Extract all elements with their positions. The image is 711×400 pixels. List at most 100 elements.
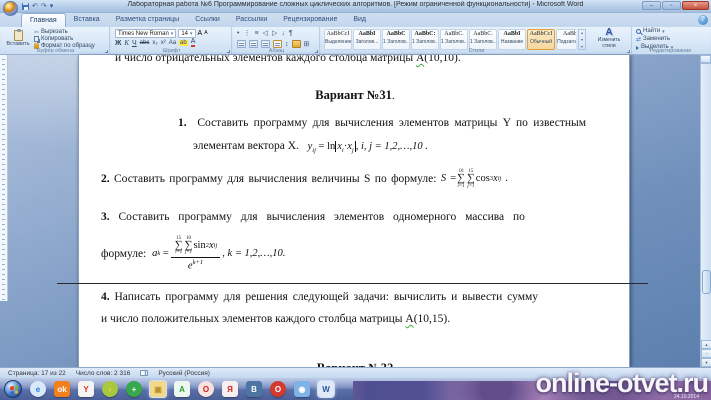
opera-icon[interactable]: O (198, 381, 214, 397)
shrink-font-button[interactable]: А (204, 31, 207, 36)
document-page[interactable]: и число отрицательных элементов каждого … (78, 55, 630, 367)
cut-button[interactable]: ✂ Вырезать (34, 29, 95, 35)
style-gallery-item[interactable]: AaBbC. 1 Заголов... (469, 29, 497, 50)
paste-icon (14, 30, 23, 41)
ribbon-tab[interactable]: Вид (345, 13, 374, 27)
page-indicator[interactable]: Страница: 17 из 22 (8, 370, 66, 377)
ribbon-tab[interactable]: Разметка страницы (108, 13, 188, 27)
select-browse-object-icon[interactable]: ◦ (701, 349, 711, 358)
chevron-down-icon: ▾ (171, 30, 174, 38)
paste-button[interactable]: Вставить (5, 29, 31, 48)
grow-font-button[interactable]: А (198, 30, 203, 37)
find-button[interactable]: Найти ▾ (636, 28, 709, 35)
task1-line1: 1. Составить программу для вычисления эл… (178, 116, 615, 130)
dialog-launcher-icon[interactable] (105, 50, 108, 53)
align-center-button[interactable] (249, 40, 258, 48)
close-button[interactable]: × (682, 1, 709, 10)
strikethrough-button[interactable]: abc (140, 40, 150, 46)
ribbon-tab[interactable]: Вставка (66, 13, 108, 27)
subscript-button[interactable]: x₂ (152, 40, 157, 46)
multilevel-list-button[interactable]: ≡ (254, 30, 258, 37)
vk-icon[interactable]: В (246, 381, 262, 397)
start-button[interactable] (4, 380, 22, 398)
outdent-button[interactable]: ◁ (263, 29, 268, 37)
odnoklassniki-icon[interactable]: ok (54, 381, 70, 397)
save-icon[interactable] (22, 3, 29, 10)
green-a-icon[interactable]: A (174, 381, 190, 397)
change-case-button[interactable]: Aa (169, 40, 176, 46)
font-color-button[interactable]: А (191, 39, 196, 47)
superscript-button[interactable]: x² (161, 40, 166, 46)
cut-icon: ✂ (34, 29, 39, 36)
minimize-button[interactable]: – (642, 1, 661, 10)
align-justify-button[interactable] (273, 40, 282, 48)
ruler-toggle-button[interactable] (700, 55, 711, 63)
style-gallery-item[interactable]: AaBbCcI Выделение (324, 29, 352, 50)
style-gallery-item[interactable]: AaBb Подзагол... (556, 29, 576, 50)
copy-button[interactable]: Копировать (34, 36, 95, 42)
align-left-button[interactable] (237, 40, 246, 48)
highlight-button[interactable]: ab (179, 40, 188, 46)
ribbon-tab-row: Главная Вставка Разметка страницы Ссылки… (0, 13, 711, 27)
qat-dropdown-icon[interactable]: ▾ (50, 3, 54, 10)
comodo-dragon-icon[interactable]: ◗ (102, 381, 118, 397)
undo-icon[interactable]: ↶ (32, 3, 38, 10)
styles-group: AaBbCcI Выделение AaBbI Заголов... AaBbC… (322, 27, 632, 54)
chevron-down-icon: ▾ (662, 29, 665, 35)
maximize-button[interactable]: ▫ (662, 1, 681, 10)
indent-button[interactable]: ▷ (272, 29, 277, 37)
word-taskbar-button[interactable]: W (318, 381, 334, 397)
word-count[interactable]: Число слов: 2 316 (76, 370, 131, 377)
office-button[interactable] (3, 1, 18, 16)
help-icon[interactable]: ? (698, 15, 708, 25)
ribbon-tabs: Главная Вставка Разметка страницы Ссылки… (21, 13, 374, 27)
ribbon-tab[interactable]: Рецензирование (275, 13, 345, 27)
ribbon-tab[interactable]: Рассылки (228, 13, 275, 27)
grammar-marked-word: А (405, 313, 413, 325)
italic-button[interactable]: К (124, 40, 129, 47)
numbered-list-button[interactable]: ⋮ (243, 29, 250, 37)
sort-button[interactable]: ↓ (281, 30, 285, 37)
scrollbar-thumb[interactable] (702, 270, 711, 294)
change-styles-button[interactable]: А Изменить стили (590, 28, 628, 49)
style-gallery-item[interactable]: AaBbC: 1 Заголов... (411, 29, 439, 50)
pilcrow-button[interactable]: ¶ (289, 30, 293, 37)
borders-button[interactable]: ⊞ (304, 40, 310, 48)
ribbon-tab[interactable]: Ссылки (187, 13, 228, 27)
align-right-button[interactable] (261, 40, 270, 48)
style-gallery-item[interactable]: AaBbI Заголов... (353, 29, 381, 50)
style-gallery-item[interactable]: AaBbCcI Обычный (527, 29, 555, 50)
proofing-icon[interactable] (140, 370, 148, 376)
style-gallery-item[interactable]: AaBbI Название (498, 29, 526, 50)
next-page-icon[interactable]: ▾ (701, 358, 711, 367)
font-family-select[interactable]: Times New Roman ▾ (115, 29, 176, 38)
red-circle-icon[interactable]: O (270, 381, 286, 397)
redo-icon[interactable]: ↷ (41, 3, 47, 10)
gallery-scroll: ▴ ▾ ▾ (578, 29, 586, 50)
volume-icon[interactable]: ◉ (294, 381, 310, 397)
gallery-scroll-down-icon[interactable]: ▾ (579, 37, 585, 42)
vertical-scrollbar[interactable]: ▴ ▴ ◦ ▾ (700, 55, 711, 367)
replace-button[interactable]: ⇄ Заменить (636, 36, 709, 43)
explorer-folder-icon[interactable]: ▣ (150, 381, 166, 397)
ribbon-tab[interactable]: Главная (21, 13, 66, 27)
shading-button[interactable] (292, 40, 301, 48)
font-size-select[interactable]: 14 ▾ (178, 29, 195, 38)
bold-button[interactable]: Ж (115, 40, 121, 47)
style-gallery-item[interactable]: AaBbC. 1 Заголов... (440, 29, 468, 50)
line-spacing-button[interactable]: ↕ (285, 41, 289, 48)
dialog-launcher-icon[interactable] (627, 50, 630, 53)
style-gallery-item[interactable]: AaBbC 1 Заголов... (382, 29, 410, 50)
language-indicator[interactable]: Русский (Россия) (158, 370, 210, 377)
green-ball-icon[interactable]: + (126, 381, 142, 397)
yandex-search-icon[interactable]: Я (222, 381, 238, 397)
dialog-launcher-icon[interactable] (227, 50, 230, 53)
internet-explorer-icon[interactable]: e (30, 381, 46, 397)
previous-page-icon[interactable]: ▴ (701, 340, 711, 349)
underline-button[interactable]: Ч (132, 40, 137, 47)
bullet-list-button[interactable]: • (237, 30, 239, 37)
clipboard-group: Вставить ✂ Вырезать Копировать Формат по… (2, 27, 110, 54)
gallery-scroll-up-icon[interactable]: ▴ (579, 30, 585, 35)
yandex-browser-icon[interactable]: Y (78, 381, 94, 397)
dialog-launcher-icon[interactable] (315, 50, 318, 53)
